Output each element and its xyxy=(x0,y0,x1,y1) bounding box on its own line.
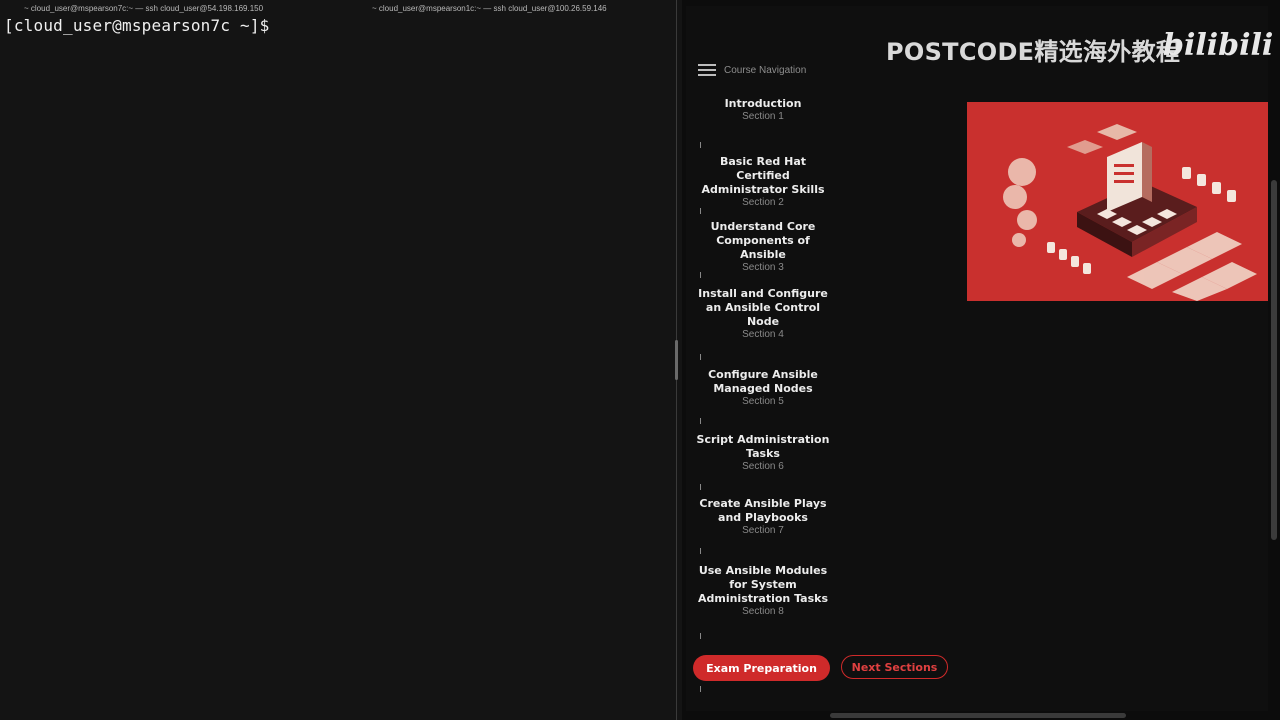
exam-preparation-button[interactable]: Exam Preparation xyxy=(693,655,830,681)
next-sections-button[interactable]: Next Sections xyxy=(841,655,948,679)
course-navigation-label: Course Navigation xyxy=(724,64,807,76)
course-navigation-header[interactable]: Course Navigation xyxy=(698,62,806,78)
timeline-tick xyxy=(700,686,705,692)
section-title: Configure Ansible Managed Nodes xyxy=(708,368,818,395)
watermark-text: POSTCODE精选海外教程 xyxy=(886,38,1181,66)
timeline-tick xyxy=(700,633,705,639)
section-item-4[interactable]: Install and Configure an Ansible Control… xyxy=(693,287,833,341)
terminal-tab-bar: ~ cloud_user@mspearson7c:~ — ssh cloud_u… xyxy=(0,0,676,16)
section-number: Section 1 xyxy=(742,111,784,122)
pane-resize-handle[interactable] xyxy=(675,340,678,380)
section-number: Section 6 xyxy=(742,461,784,472)
terminal-tab-1[interactable]: ~ cloud_user@mspearson7c:~ — ssh cloud_u… xyxy=(24,4,263,13)
section-number: Section 5 xyxy=(742,396,784,407)
section-number: Section 7 xyxy=(742,525,784,536)
timeline-tick xyxy=(700,354,705,360)
section-title: Introduction xyxy=(724,97,802,110)
section-title: Use Ansible Modules for System Administr… xyxy=(697,564,829,605)
timeline-tick xyxy=(700,142,705,148)
section-item-7[interactable]: Create Ansible Plays and Playbooks Secti… xyxy=(693,497,833,537)
section-title: Create Ansible Plays and Playbooks xyxy=(699,497,827,524)
timeline-tick xyxy=(700,418,705,424)
timeline-tick xyxy=(700,208,705,214)
horizontal-scrollbar[interactable] xyxy=(830,713,1126,718)
section-title: Understand Core Components of Ansible xyxy=(710,220,816,261)
section-item-5[interactable]: Configure Ansible Managed Nodes Section … xyxy=(693,368,833,408)
shell-prompt[interactable]: [cloud_user@mspearson7c ~]$ xyxy=(4,16,270,35)
section-title: Install and Configure an Ansible Control… xyxy=(698,287,828,328)
section-number: Section 8 xyxy=(742,606,784,617)
terminal-tab-2[interactable]: ~ cloud_user@mspearson1c:~ — ssh cloud_u… xyxy=(372,4,607,13)
section-item-2[interactable]: Basic Red Hat Certified Administrator Sk… xyxy=(693,155,833,209)
timeline-tick xyxy=(700,548,705,554)
section-number: Section 2 xyxy=(742,197,784,208)
section-title: Basic Red Hat Certified Administrator Sk… xyxy=(701,155,825,196)
hero-illustration xyxy=(967,102,1268,301)
vertical-scrollbar[interactable] xyxy=(1271,180,1277,540)
section-number: Section 3 xyxy=(742,262,784,273)
timeline-tick xyxy=(700,484,705,490)
section-item-3[interactable]: Understand Core Components of Ansible Se… xyxy=(693,220,833,274)
timeline-tick xyxy=(700,272,705,278)
bilibili-logo: bilibili xyxy=(1163,28,1274,63)
section-item-8[interactable]: Use Ansible Modules for System Administr… xyxy=(693,564,833,618)
menu-icon[interactable] xyxy=(698,64,716,76)
section-title: Script Administration Tasks xyxy=(696,433,830,460)
section-number: Section 4 xyxy=(742,329,784,340)
terminal-pane[interactable]: ~ cloud_user@mspearson7c:~ — ssh cloud_u… xyxy=(0,0,676,720)
isometric-server-illustration xyxy=(1003,124,1257,301)
section-item-6[interactable]: Script Administration Tasks Section 6 xyxy=(693,433,833,473)
section-item-1[interactable]: Introduction Section 1 xyxy=(693,97,833,123)
